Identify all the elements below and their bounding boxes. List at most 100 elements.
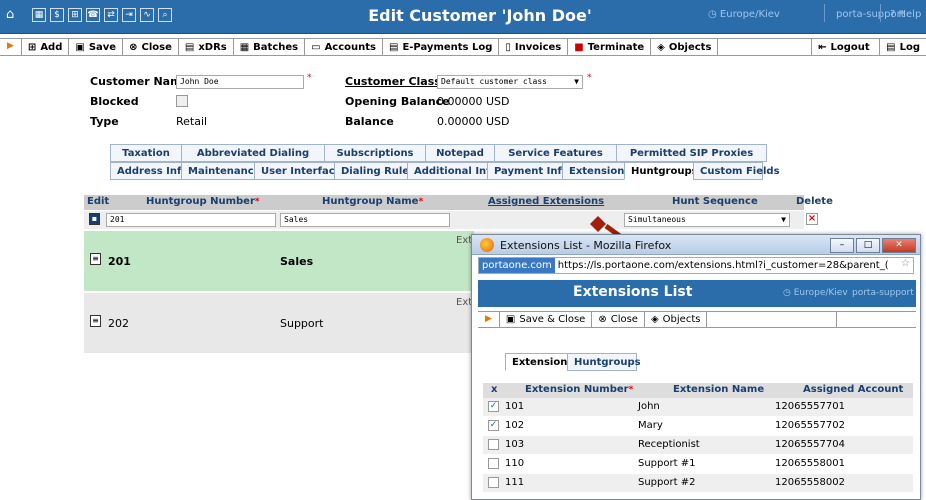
save-icon: ▣ <box>505 314 516 325</box>
extensions-table-header: x Extension Number* Extension Name Assig… <box>483 383 913 398</box>
tab-maintenance[interactable]: Maintenance <box>181 162 261 180</box>
popup-window-title: Extensions List - Mozilla Firefox <box>500 239 672 252</box>
huntgroup-number: 202 <box>108 317 129 330</box>
close-label: Close <box>141 41 172 53</box>
play-arrow-icon[interactable]: ▶ <box>0 38 22 56</box>
tab-dialing-rules[interactable]: Dialing Rules <box>334 162 415 180</box>
play-arrow-icon[interactable]: ▶ <box>478 312 500 327</box>
edit-row-icon[interactable]: ≡ <box>90 253 101 265</box>
site-identity-badge[interactable]: portaone.com <box>479 258 555 273</box>
add-button[interactable]: ⊞ Add <box>22 38 70 56</box>
phone-icon[interactable]: ☎ <box>86 8 100 22</box>
table-row: ≡ 202 Support Ext <box>84 293 474 353</box>
customer-class-value: Default customer class <box>441 77 547 86</box>
balance-label: Balance <box>345 115 394 128</box>
tab-additional-info[interactable]: Additional Info <box>407 162 497 180</box>
required-marker: * <box>418 197 424 207</box>
network-icon[interactable]: ⊞ <box>68 8 82 22</box>
popup-header-bar: Extensions List ◷ Europe/Kiev porta-supp… <box>478 280 916 307</box>
header-select: x <box>491 384 498 395</box>
tab-subscriptions[interactable]: Subscriptions <box>324 144 425 162</box>
batches-button[interactable]: ▦ Batches <box>234 38 306 56</box>
popup-tab-huntgroups[interactable]: Huntgroups <box>567 353 641 371</box>
popup-tab-extensions[interactable]: Extensions <box>505 353 573 371</box>
huntgroup-number-input[interactable]: 201 <box>106 213 276 227</box>
address-bar[interactable]: portaone.com https://ls.portaone.com/exte… <box>478 257 914 274</box>
customer-class-select[interactable]: Default customer class ▼ <box>437 75 583 89</box>
assigned-extensions-label: Ext <box>456 297 473 308</box>
timezone-text: Europe/Kiev <box>719 9 780 20</box>
window-close-button[interactable]: ✕ <box>882 238 916 253</box>
table-row: ≡ 201 Sales Ext <box>84 231 474 291</box>
header-divider <box>880 4 881 22</box>
tab-service-features[interactable]: Service Features <box>494 144 616 162</box>
blocked-checkbox[interactable] <box>176 95 188 107</box>
extension-checkbox[interactable] <box>488 458 499 469</box>
xdrs-label: xDRs <box>198 41 227 53</box>
opening-balance-value: 0.00000 USD <box>437 95 510 108</box>
xdrs-icon: ▤ <box>184 41 195 53</box>
popup-user-link[interactable]: porta-support <box>852 288 914 298</box>
customer-name-input[interactable]: John Doe <box>176 75 304 89</box>
extension-checkbox[interactable]: ✓ <box>488 401 499 412</box>
edit-row-icon[interactable]: ≡ <box>90 315 101 327</box>
huntgroup-name-input[interactable]: Sales <box>280 213 450 227</box>
popup-objects-button[interactable]: ◈ Objects <box>645 312 708 327</box>
extension-checkbox[interactable] <box>488 439 499 450</box>
table-row: ✓ 101 John 12065557701 <box>483 398 913 417</box>
assigned-account: 12065557702 <box>775 420 845 431</box>
xdrs-button[interactable]: ▤ xDRs <box>179 38 234 56</box>
logout-button[interactable]: ⇤ Logout <box>812 38 881 56</box>
search-icon[interactable]: ⌕ <box>158 8 172 22</box>
grid-icon[interactable]: ▦ <box>32 8 46 22</box>
assigned-account: 12065557701 <box>775 401 845 412</box>
invoices-button[interactable]: ▯ Invoices <box>499 38 569 56</box>
log-icon: ▤ <box>886 41 896 53</box>
firefox-icon <box>480 238 494 252</box>
save-row-icon[interactable]: ▪ <box>89 213 100 225</box>
extensions-table-body: ✓ 101 John 12065557701 ✓ 102 Mary 12065557702 10… <box>483 398 913 493</box>
home-icon[interactable]: ⌂ <box>6 8 20 22</box>
tab-huntgroups[interactable]: Huntgroups <box>624 162 698 180</box>
extension-number: 110 <box>505 458 525 469</box>
epayments-log-button[interactable]: ▤ E-Payments Log <box>383 38 500 56</box>
popup-close-button[interactable]: ⊗ Close <box>592 312 645 327</box>
terminate-button[interactable]: ■ Terminate <box>568 38 652 56</box>
popup-timezone-link[interactable]: ◷ Europe/Kiev <box>783 288 848 298</box>
save-close-button[interactable]: ▣ Save & Close <box>500 312 593 327</box>
route-icon[interactable]: ⇄ <box>104 8 118 22</box>
delete-row-icon[interactable]: × <box>806 213 818 225</box>
extension-number: 101 <box>505 401 525 412</box>
customer-class-link[interactable]: Customer Class <box>345 75 441 88</box>
tab-payment-info[interactable]: Payment Info <box>487 162 569 180</box>
tab-notepad[interactable]: Notepad <box>425 144 494 162</box>
tab-address-info[interactable]: Address Info <box>110 162 188 180</box>
minimize-button[interactable]: – <box>830 238 854 253</box>
tab-user-interface[interactable]: User Interface <box>254 162 341 180</box>
tab-taxation[interactable]: Taxation <box>110 144 181 162</box>
tab-custom-fields[interactable]: Custom Fields <box>693 162 780 180</box>
tab-extensions[interactable]: Extensions <box>562 162 630 180</box>
log-button[interactable]: ▤ Log <box>880 38 926 56</box>
header-assigned-extensions[interactable]: Assigned Extensions <box>488 196 604 207</box>
transfer-icon[interactable]: ⇥ <box>122 8 136 22</box>
table-row: 103 Receptionist 12065557704 <box>483 436 913 455</box>
bookmark-star-icon[interactable]: ☆ <box>901 258 910 269</box>
close-button[interactable]: ⊗ Close <box>123 38 179 56</box>
maximize-button[interactable]: □ <box>856 238 880 253</box>
accounts-button[interactable]: ▭ Accounts <box>305 38 383 56</box>
extension-checkbox[interactable] <box>488 477 499 488</box>
save-button[interactable]: ▣ Save <box>69 38 124 56</box>
header-huntgroup-number-label: Huntgroup Number <box>146 196 255 207</box>
chart-icon[interactable]: ∿ <box>140 8 154 22</box>
dollar-icon[interactable]: $ <box>50 8 64 22</box>
tab-permitted-sip-proxies[interactable]: Permitted SIP Proxies <box>616 144 767 162</box>
timezone-link[interactable]: ◷ Europe/Kiev <box>708 9 780 20</box>
popup-titlebar[interactable]: Extensions List - Mozilla Firefox – □ ✕ <box>472 235 920 255</box>
extension-checkbox[interactable]: ✓ <box>488 420 499 431</box>
save-close-label: Save & Close <box>519 314 586 325</box>
objects-button[interactable]: ◈ Objects <box>651 38 719 56</box>
help-link[interactable]: ? Help <box>890 9 921 20</box>
batches-icon: ▦ <box>239 41 250 53</box>
tab-abbreviated-dialing[interactable]: Abbreviated Dialing <box>181 144 324 162</box>
